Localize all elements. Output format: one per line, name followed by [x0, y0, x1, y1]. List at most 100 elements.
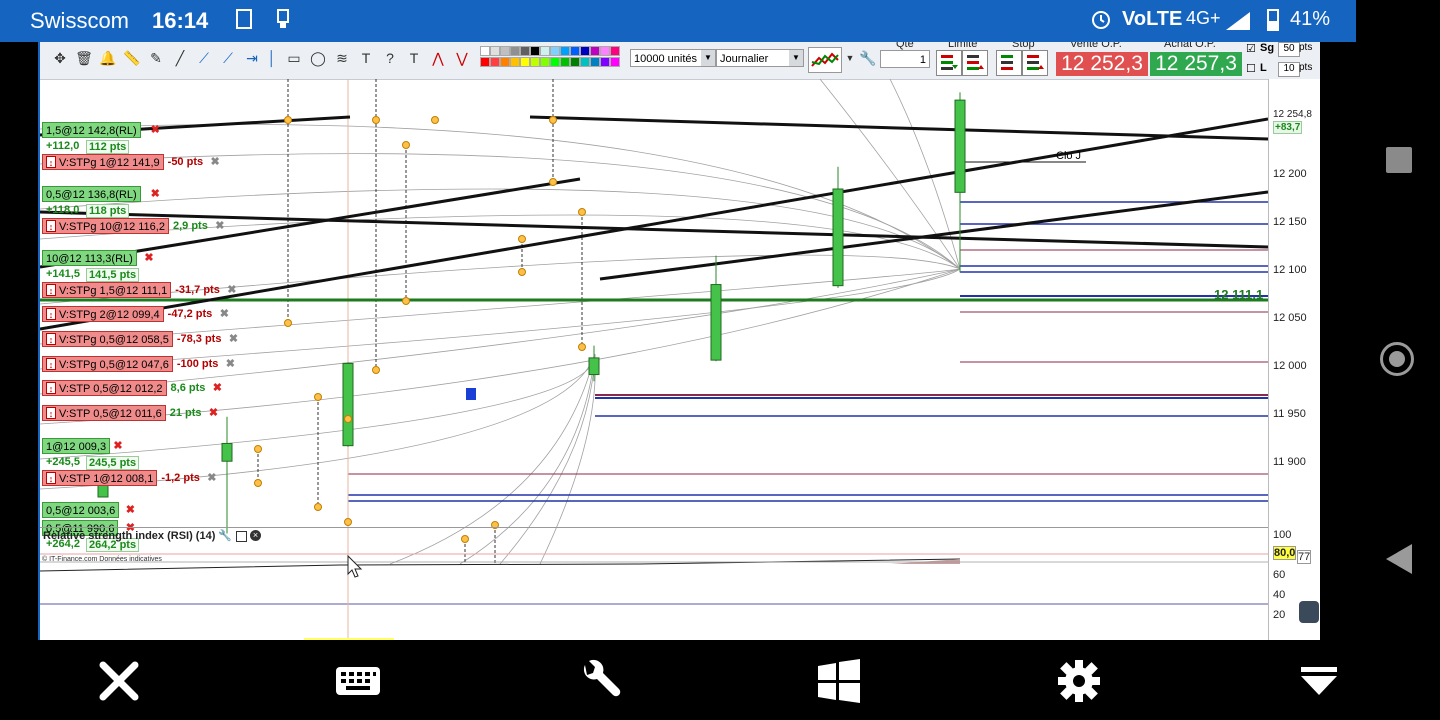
position-label[interactable]: 10@12 113,3(RL)	[42, 250, 137, 266]
chart-canvas[interactable]	[40, 79, 1268, 565]
cancel-order-icon[interactable]: ✖	[211, 382, 223, 394]
sg-checkbox[interactable]: ☑	[1246, 42, 1256, 55]
bottom-toolbar	[0, 643, 1356, 720]
text-tool-icon[interactable]: T	[356, 48, 376, 68]
close-icon	[99, 661, 139, 701]
drag-handle-icon[interactable]: ↕	[46, 407, 56, 419]
stop-order-label[interactable]: ↕ V:STP 1@12 008,1	[42, 470, 158, 486]
fibonacci-tool-icon[interactable]: ≋	[332, 48, 352, 68]
drag-handle-icon[interactable]: ↕	[46, 333, 56, 345]
cancel-order-icon[interactable]: ✖	[226, 284, 238, 296]
close-position-icon[interactable]: ✖	[112, 440, 124, 452]
l-checkbox[interactable]: ☐	[1246, 62, 1256, 75]
period-select[interactable]: Journalier ▼	[716, 49, 804, 67]
label-tool-icon[interactable]: T	[404, 48, 424, 68]
windows-button[interactable]	[812, 657, 866, 705]
back-button[interactable]	[1386, 544, 1412, 574]
stop-order-label[interactable]: ↕ V:STPg 2@12 099,4	[42, 306, 164, 322]
hline-tool-icon[interactable]: ⇥	[242, 48, 262, 68]
candle-body[interactable]	[342, 362, 354, 447]
drag-handle-icon[interactable]: ↕	[46, 472, 56, 484]
position-label[interactable]: 1,5@12 142,8(RL)	[42, 122, 141, 138]
candle-body[interactable]	[588, 357, 600, 376]
rsi-tick-100: 100	[1273, 529, 1292, 541]
question-tool-icon[interactable]: ?	[380, 48, 400, 68]
trash-icon[interactable]: 🗑	[74, 48, 94, 68]
drag-handle-icon[interactable]: ↕	[46, 220, 56, 232]
stop-order-label[interactable]: ↕ V:STPg 1@12 141,9	[42, 154, 164, 170]
chat-toggle-icon[interactable]	[1299, 601, 1319, 623]
axis-tick-4: 12 000	[1273, 360, 1307, 372]
stop-order-label[interactable]: ↕ V:STPg 1,5@12 111,1	[42, 282, 172, 298]
stop-order-label[interactable]: ↕ V:STP 0,5@12 012,2	[42, 380, 167, 396]
cancel-order-icon[interactable]: ✖	[227, 333, 239, 345]
cancel-order-icon[interactable]: ✖	[209, 156, 221, 168]
ray-tool-icon[interactable]: ⟋	[218, 48, 238, 68]
candle-body[interactable]	[832, 188, 844, 287]
battery-label: 41%	[1290, 8, 1331, 30]
sell-price-button[interactable]: 12 252,3	[1056, 52, 1148, 76]
stop-order-label[interactable]: ↕ V:STPg 10@12 116,2	[42, 218, 169, 234]
qty-input[interactable]: 1	[880, 50, 930, 68]
stop-order-label[interactable]: ↕ V:STP 0,5@12 011,6	[42, 405, 166, 421]
stop-order-label[interactable]: ↕ V:STPg 0,5@12 058,5	[42, 331, 173, 347]
trend-line-icon[interactable]: ╱	[170, 48, 190, 68]
bell-icon[interactable]: 🔔	[98, 48, 118, 68]
home-button[interactable]	[1380, 342, 1414, 376]
candle-body[interactable]	[954, 99, 966, 193]
wrench-settings-icon[interactable]: 🔧	[858, 48, 878, 68]
cursor-tool-icon[interactable]: ✥	[50, 48, 70, 68]
limit-sell-button[interactable]	[962, 50, 988, 76]
cancel-order-icon[interactable]: ✖	[224, 358, 236, 370]
drag-handle-icon[interactable]: ↕	[46, 382, 56, 394]
rsi-panel[interactable]: Relative strength index (RSI) (14) 🔧 ×	[40, 527, 1268, 640]
indicator-dropdown-icon[interactable]: ▼	[840, 48, 860, 68]
units-select[interactable]: 10000 unités ▼	[630, 49, 716, 67]
indicator-icon[interactable]	[808, 47, 842, 73]
settings-button[interactable]	[1052, 657, 1106, 705]
cancel-order-icon[interactable]: ✖	[206, 472, 218, 484]
stop-buy-button[interactable]	[996, 50, 1022, 76]
sg-pts-input[interactable]: 50	[1278, 42, 1300, 57]
drag-handle-icon[interactable]: ↕	[46, 308, 56, 320]
close-position-icon[interactable]: ✖	[143, 252, 155, 264]
limit-buy-button[interactable]	[936, 50, 962, 76]
close-position-icon[interactable]: ✖	[149, 124, 161, 136]
stop-order-pts: 8,6 pts	[170, 382, 206, 394]
vline-tool-icon[interactable]: │	[262, 48, 282, 68]
wave-tool-icon[interactable]: ⋁	[452, 48, 472, 68]
close-position-icon[interactable]: ✖	[149, 188, 161, 200]
stop-sell-button[interactable]	[1022, 50, 1048, 76]
line-tool-icon[interactable]: ⟋	[194, 48, 214, 68]
rectangle-tool-icon[interactable]: ▭	[284, 48, 304, 68]
cancel-order-icon[interactable]: ✖	[218, 308, 230, 320]
pencil-icon[interactable]: ✎	[146, 48, 166, 68]
cancel-order-icon[interactable]: ✖	[214, 220, 226, 232]
l-pts-input[interactable]: 10	[1278, 62, 1300, 77]
drag-handle-icon[interactable]: ↕	[46, 358, 56, 370]
ellipse-tool-icon[interactable]: ◯	[308, 48, 328, 68]
menu-button[interactable]	[1292, 657, 1346, 705]
recents-button[interactable]	[1386, 147, 1412, 173]
blue-marker[interactable]	[466, 388, 476, 400]
stop-order-label[interactable]: ↕ V:STPg 0,5@12 047,6	[42, 356, 173, 372]
position-label[interactable]: 0,5@12 003,6	[42, 502, 120, 518]
buy-price-button[interactable]: 12 257,3	[1150, 52, 1242, 76]
drag-handle-icon[interactable]: ↕	[46, 156, 56, 168]
close-button[interactable]	[92, 657, 146, 705]
alert-dots[interactable]	[254, 116, 586, 543]
price-chart[interactable]: Clo J 12 111,1 © IT-Finance.com Données …	[40, 79, 1268, 565]
keyboard-button[interactable]	[331, 657, 385, 705]
color-palette[interactable]	[480, 46, 628, 70]
position-label[interactable]: 1@12 009,3	[42, 438, 111, 454]
pattern-tool-icon[interactable]: ⋀	[428, 48, 448, 68]
candle-body[interactable]	[710, 284, 722, 361]
close-position-icon[interactable]: ✖	[124, 504, 136, 516]
drag-handle-icon[interactable]: ↕	[46, 284, 56, 296]
cancel-order-icon[interactable]: ✖	[208, 407, 220, 419]
candle-body[interactable]	[221, 442, 233, 462]
position-label[interactable]: 0,5@12 136,8(RL)	[42, 186, 141, 202]
tools-button[interactable]	[572, 657, 626, 705]
level-lines	[348, 201, 1268, 502]
ruler-icon[interactable]: 📏	[122, 48, 142, 68]
